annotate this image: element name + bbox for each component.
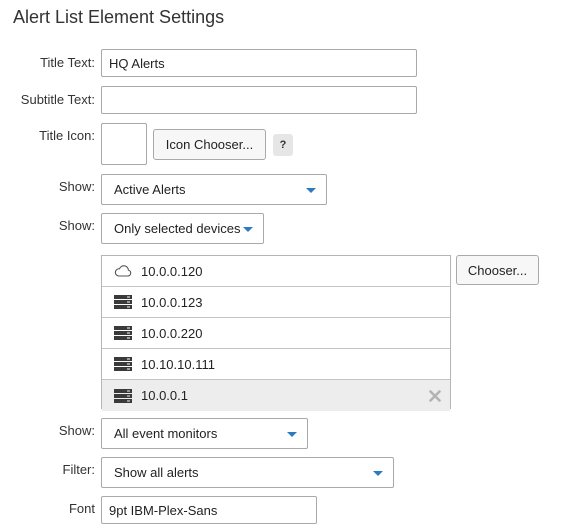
show-devices-label: Show:	[58, 218, 95, 233]
help-button[interactable]: ?	[273, 134, 293, 156]
title-text-label: Title Text:	[40, 55, 95, 70]
remove-icon[interactable]	[428, 389, 442, 403]
filter-select[interactable]: Show all alerts	[101, 457, 394, 488]
device-name: 10.10.10.111	[141, 356, 215, 372]
show-devices-select[interactable]: Only selected devices	[101, 213, 264, 244]
device-list-item[interactable]: 10.10.10.111	[102, 349, 450, 380]
device-name: 10.0.0.120	[141, 263, 203, 279]
show-devices-selected: Only selected devices	[114, 221, 241, 236]
filter-selected: Show all alerts	[114, 465, 199, 480]
show-alerts-select[interactable]: Active Alerts	[101, 174, 327, 205]
device-list-item[interactable]: 10.0.0.1	[102, 380, 450, 411]
subtitle-text-input[interactable]	[101, 86, 417, 114]
icon-chooser-button[interactable]: Icon Chooser...	[153, 129, 266, 160]
device-list-item[interactable]: 10.0.0.123	[102, 287, 450, 318]
device-name: 10.0.0.1	[141, 388, 188, 403]
show-alerts-label: Show:	[58, 179, 95, 194]
title-icon-label: Title Icon:	[39, 128, 95, 143]
font-input[interactable]: 9pt IBM-Plex-Sans	[101, 496, 317, 524]
cloud-icon	[114, 264, 132, 278]
server-icon	[114, 357, 132, 371]
device-chooser-button[interactable]: Chooser...	[456, 255, 539, 285]
device-name: 10.0.0.220	[141, 325, 203, 341]
subtitle-text-label: Subtitle Text:	[20, 92, 95, 107]
chevron-down-icon	[243, 226, 253, 232]
server-icon	[114, 388, 132, 403]
show-monitors-label: Show:	[58, 423, 95, 438]
device-name: 10.0.0.123	[141, 294, 203, 310]
server-icon	[114, 326, 132, 340]
font-label: Font	[68, 501, 95, 516]
show-monitors-select[interactable]: All event monitors	[101, 418, 308, 449]
title-text-input[interactable]: HQ Alerts	[101, 49, 417, 77]
chevron-down-icon	[306, 187, 316, 193]
show-monitors-selected: All event monitors	[114, 426, 218, 441]
title-icon-preview[interactable]	[101, 123, 147, 165]
device-list-item[interactable]: 10.0.0.220	[102, 318, 450, 349]
filter-label: Filter:	[62, 462, 96, 477]
page-title: Alert List Element Settings	[13, 7, 225, 27]
device-list-item[interactable]: 10.0.0.120	[102, 256, 450, 287]
chevron-down-icon	[287, 431, 297, 437]
chevron-down-icon	[373, 470, 383, 476]
server-icon	[114, 295, 132, 309]
device-list: 10.0.0.120 10.0.0.123 10.0.0.220 10.10.1…	[101, 255, 451, 411]
show-alerts-selected: Active Alerts	[114, 182, 186, 197]
